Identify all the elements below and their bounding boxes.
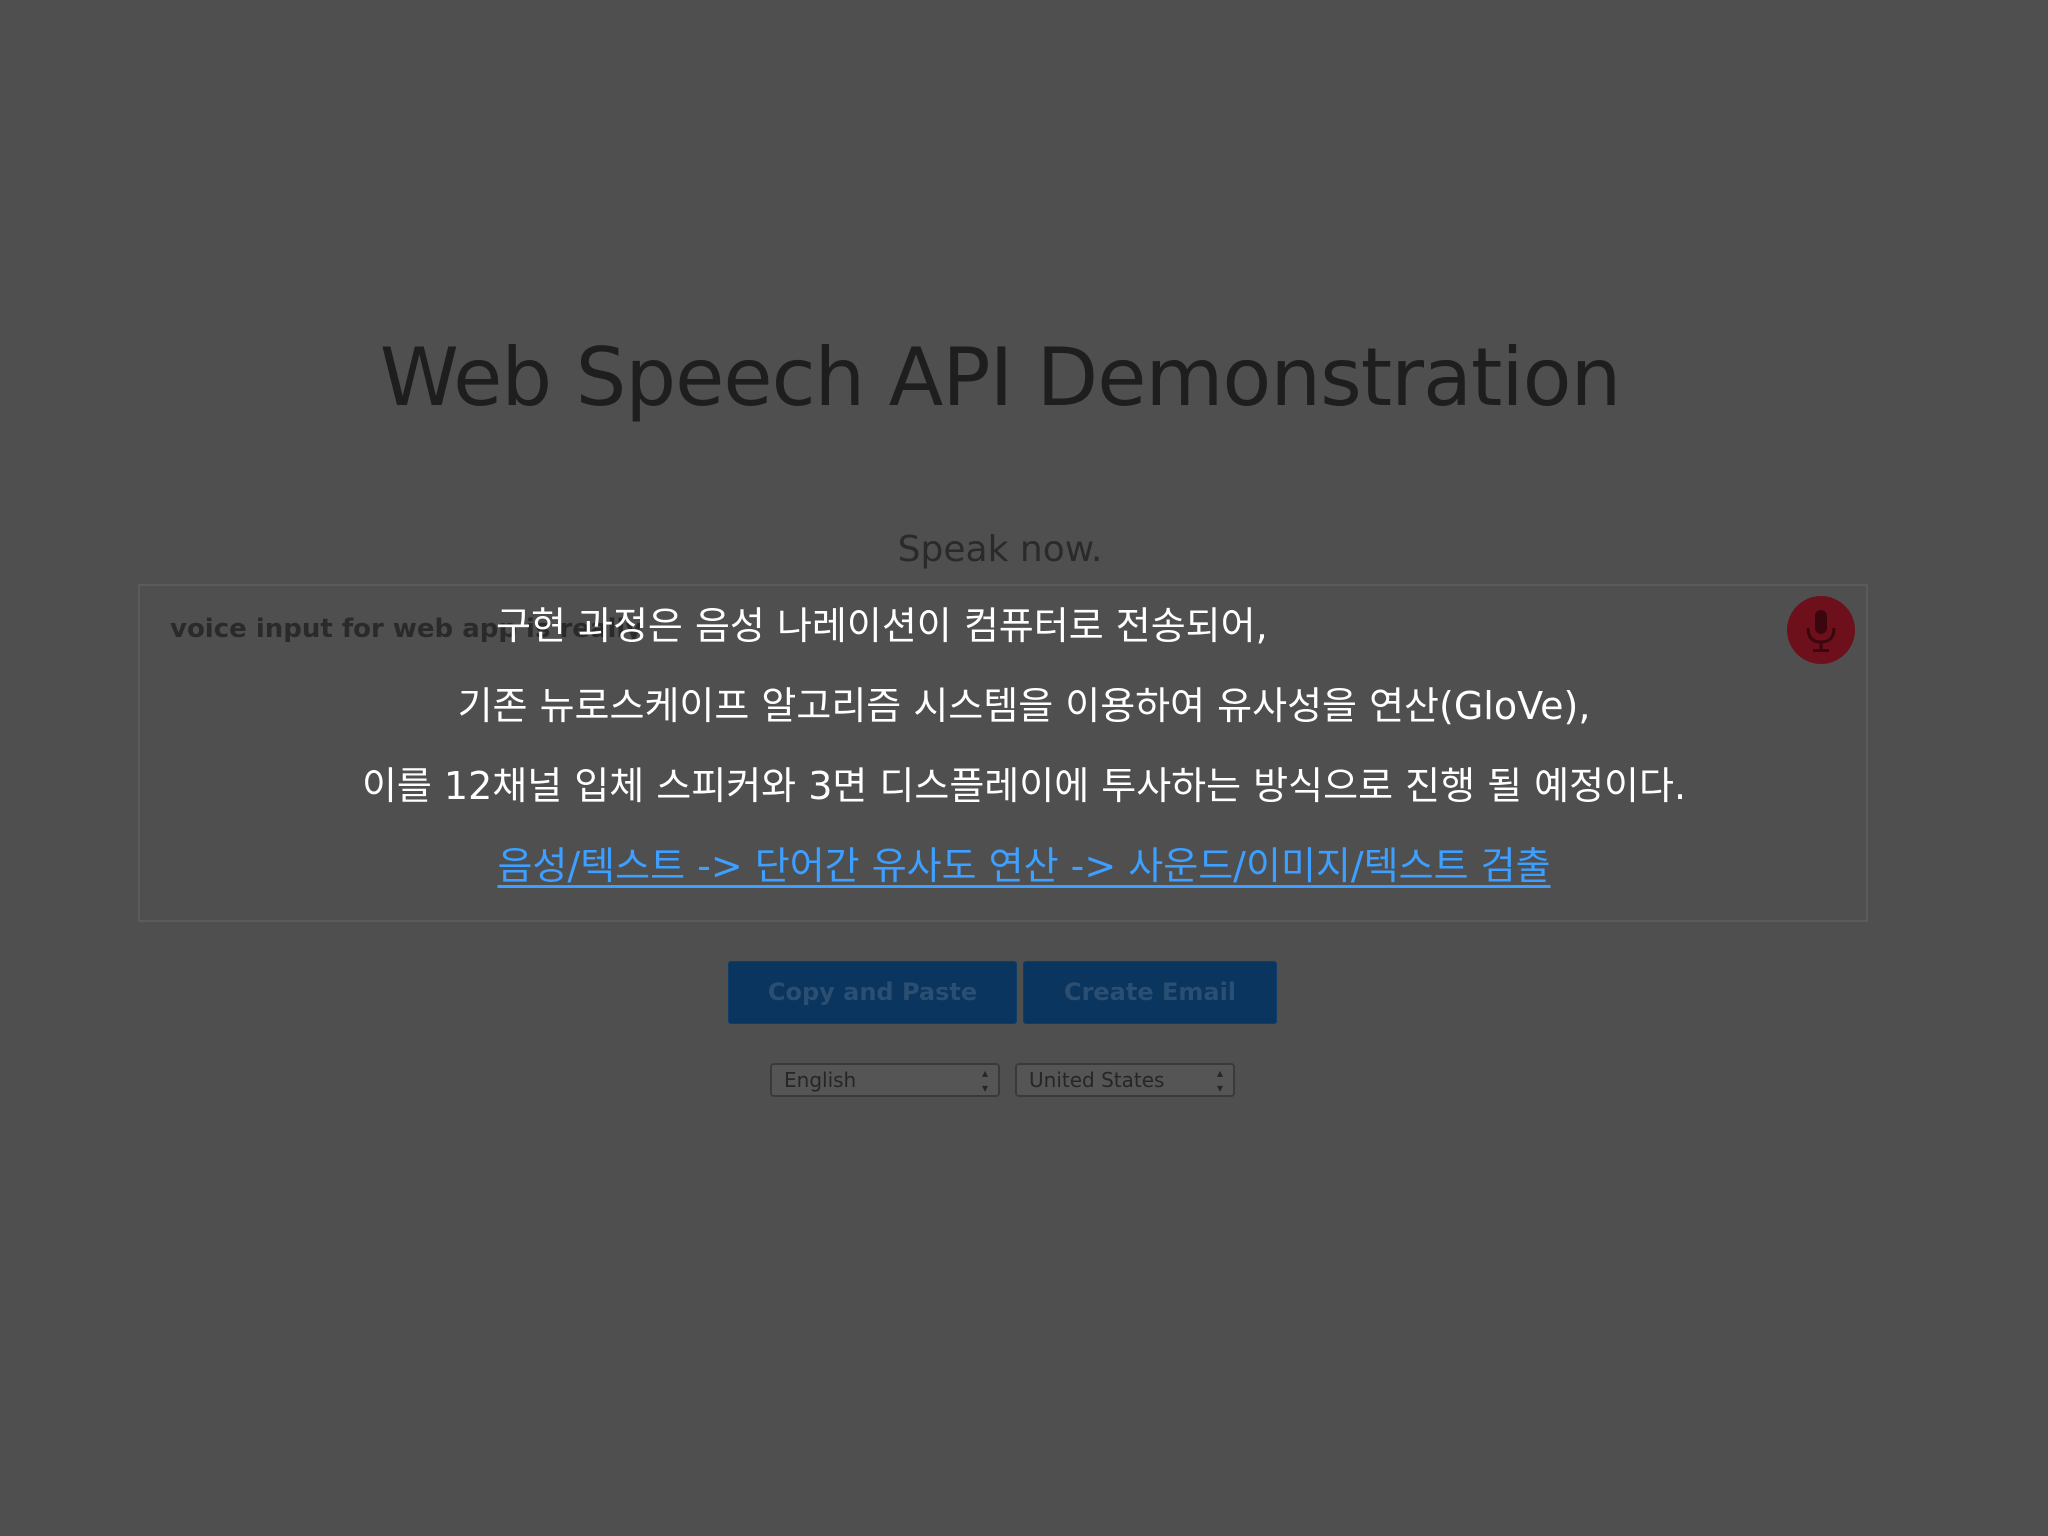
language-select[interactable]: English ▴ ▾ [770,1063,1000,1097]
overlay-caption-link-row: 음성/텍스트 -> 단어간 유사도 연산 -> 사운드/이미지/텍스트 검출 [0,844,2048,890]
create-email-button[interactable]: Create Email [1023,961,1277,1024]
pipeline-link[interactable]: 음성/텍스트 -> 단어간 유사도 연산 -> 사운드/이미지/텍스트 검출 [497,844,1550,888]
copy-and-paste-button[interactable]: Copy and Paste [728,961,1017,1024]
overlay-caption-line-1: 구현 과정은 음성 나레이션이 컴퓨터로 전송되어, [496,604,1268,648]
page-title: Web Speech API Demonstration [379,331,1622,424]
updown-arrows-icon: ▴ ▾ [981,1066,988,1095]
web-speech-demo-page: Web Speech API Demonstration Speak now. … [0,0,2048,1536]
speak-status: Speak now. [897,529,1103,570]
overlay-caption-line-2: 기존 뉴로스케이프 알고리즘 시스템을 이용하여 유사성을 연산(GloVe), [457,684,1591,728]
language-select-value: English [784,1068,857,1092]
dialect-select-value: United States [1029,1068,1165,1092]
updown-arrows-icon: ▴ ▾ [1216,1066,1223,1095]
dialect-select[interactable]: United States ▴ ▾ [1015,1063,1235,1097]
overlay-caption-line-3: 이를 12채널 입체 스피커와 3면 디스플레이에 투사하는 방식으로 진행 될… [361,764,1687,808]
